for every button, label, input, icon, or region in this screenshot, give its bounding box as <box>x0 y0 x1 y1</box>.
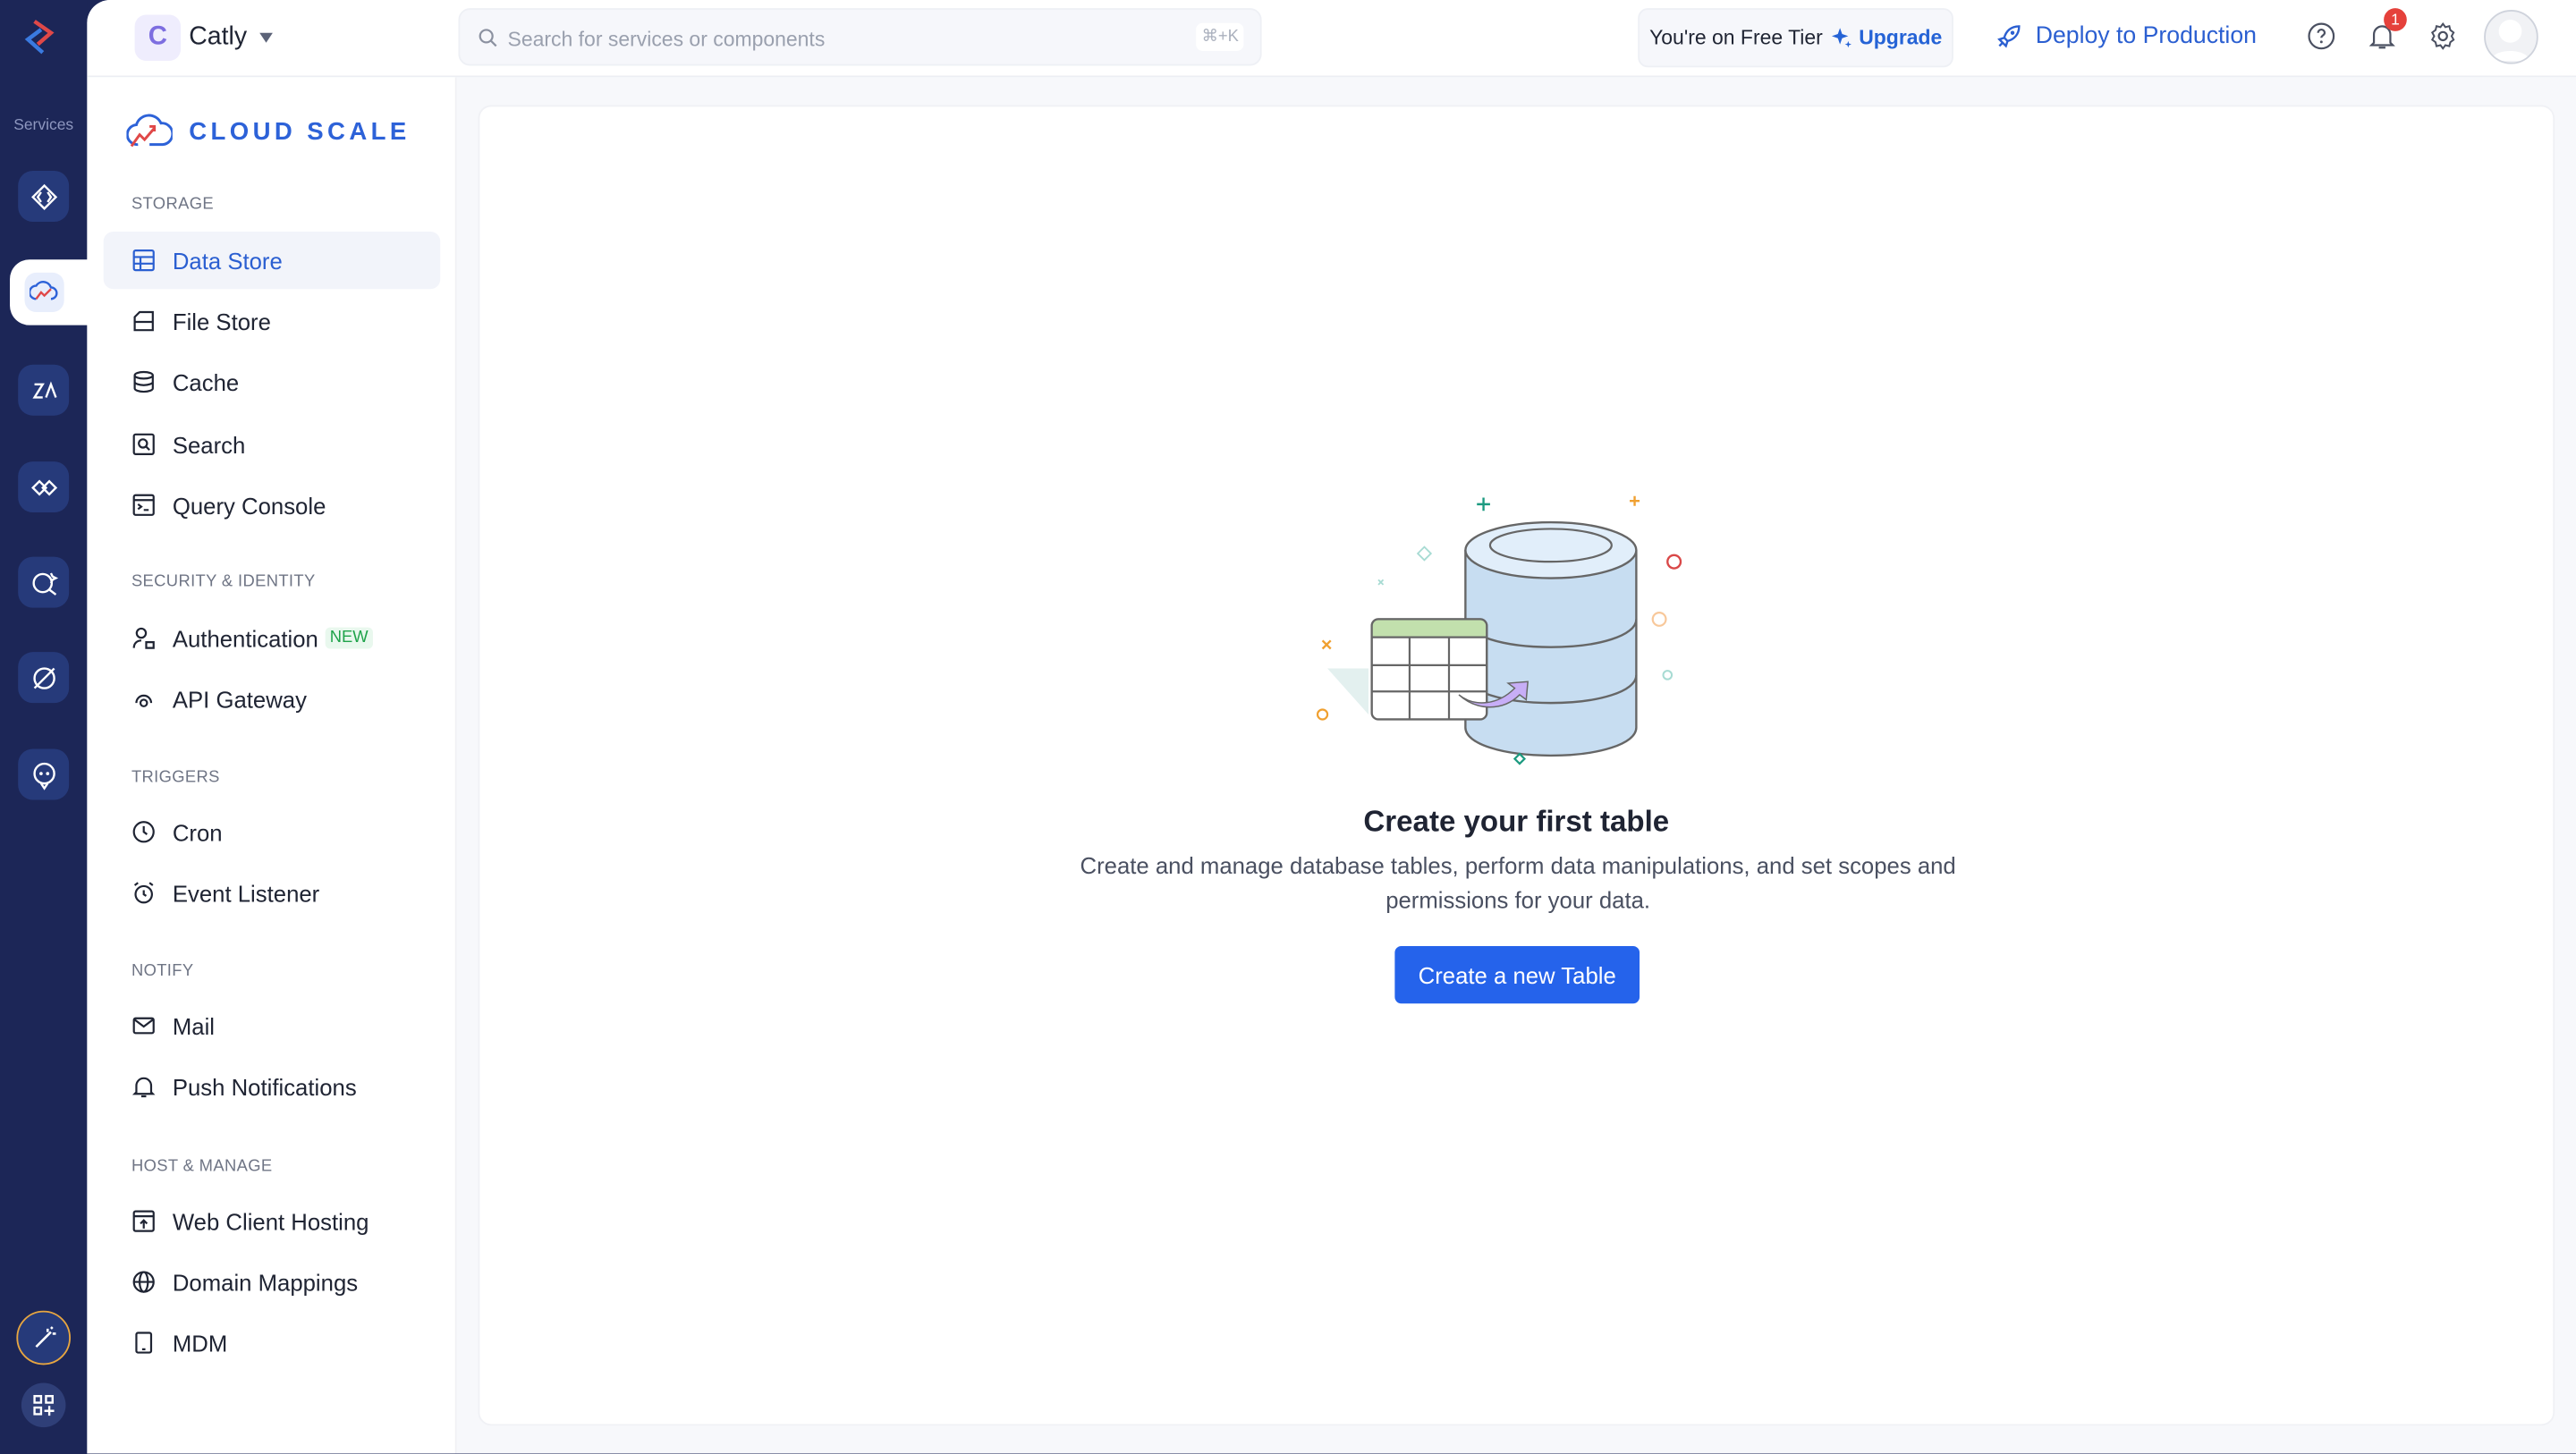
service-sidebar: CLOUD SCALE STORAGE Data Store File Stor… <box>87 77 457 1454</box>
item-label: File Store <box>172 308 271 334</box>
services-label: Services <box>13 116 74 135</box>
sparkle-icon <box>1832 28 1852 48</box>
search-shortcut: ⌘+K <box>1197 22 1244 51</box>
rail-devops-icon[interactable] <box>18 652 70 704</box>
user-avatar[interactable] <box>2484 10 2538 64</box>
file-icon <box>133 310 154 332</box>
deploy-to-production-button[interactable]: Deploy to Production <box>1996 23 2257 49</box>
sidebar-item-event-listener[interactable]: Event Listener <box>104 864 441 921</box>
rail-integrations-icon[interactable] <box>18 461 70 513</box>
item-label: Domain Mappings <box>172 1268 359 1296</box>
database-icon <box>133 370 154 393</box>
item-label: Query Console <box>172 492 326 519</box>
mail-icon <box>132 1017 155 1035</box>
sidebar-item-push-notifications[interactable]: Push Notifications <box>104 1058 441 1115</box>
project-name[interactable]: Catly <box>189 23 247 53</box>
item-label: Data Store <box>172 247 283 274</box>
search-icon <box>479 29 497 47</box>
help-icon[interactable] <box>2307 21 2336 51</box>
user-lock-icon <box>132 627 155 649</box>
clock-icon <box>132 821 155 843</box>
section-storage: STORAGE <box>131 195 215 214</box>
item-label: MDM <box>172 1329 228 1357</box>
project-avatar[interactable]: C <box>134 14 182 61</box>
sidebar-item-file-store[interactable]: File Store <box>104 292 441 350</box>
item-label: Cron <box>172 818 223 845</box>
search-placeholder: Search for services or components <box>507 28 826 51</box>
rail-serverless-icon[interactable] <box>18 171 70 222</box>
apps-grid-icon[interactable] <box>21 1382 66 1428</box>
sidebar-item-mail[interactable]: Mail <box>104 997 441 1054</box>
sidebar-item-authentication[interactable]: Authentication NEW <box>104 609 441 666</box>
table-icon <box>132 249 155 272</box>
tier-text: You're on Free Tier <box>1649 26 1823 50</box>
sidebar-item-search[interactable]: Search <box>104 416 441 473</box>
upgrade-link[interactable]: Upgrade <box>1832 26 1943 50</box>
workspace-panel: C Catly Search for services or component… <box>87 0 2576 1454</box>
main-content: Create your first table Create and manag… <box>456 77 2576 1454</box>
gear-icon[interactable] <box>2428 21 2458 51</box>
cloud-scale-brand: CLOUD SCALE <box>126 110 410 153</box>
bell-icon <box>131 1077 156 1098</box>
sidebar-item-domain-mappings[interactable]: Domain Mappings <box>104 1253 441 1310</box>
section-security-identity: SECURITY & IDENTITY <box>131 573 316 592</box>
console-icon <box>132 494 155 516</box>
alarm-icon <box>133 882 154 904</box>
section-triggers: TRIGGERS <box>131 768 220 787</box>
section-host-manage: HOST & MANAGE <box>131 1157 273 1177</box>
rail-support-icon[interactable] <box>18 748 70 800</box>
rocket-icon <box>1997 25 2021 48</box>
sidebar-item-cron[interactable]: Cron <box>104 803 441 860</box>
service-rail: Services <box>0 0 109 1454</box>
rail-analytics-icon[interactable] <box>18 556 70 608</box>
item-label: Event Listener <box>172 879 320 906</box>
empty-state-description: Create and manage database tables, perfo… <box>1080 852 1956 914</box>
top-header: C Catly Search for services or component… <box>87 0 2576 78</box>
sidebar-item-mdm[interactable]: MDM <box>104 1314 441 1371</box>
item-label: Authentication <box>172 624 318 652</box>
item-label: Mail <box>172 1012 216 1039</box>
sidebar-item-cache[interactable]: Cache <box>104 353 441 410</box>
sidebar-item-query-console[interactable]: Query Console <box>104 477 441 534</box>
section-notify: NOTIFY <box>131 962 194 981</box>
search-input[interactable]: Search for services or components ⌘+K <box>458 8 1262 66</box>
item-label: Push Notifications <box>172 1073 357 1100</box>
gateway-icon <box>135 694 153 707</box>
mobile-icon <box>135 1331 153 1354</box>
globe-icon <box>132 1271 155 1293</box>
search-box-icon <box>132 433 155 455</box>
new-badge: NEW <box>325 627 374 649</box>
item-label: Web Client Hosting <box>172 1207 369 1235</box>
chevron-down-icon[interactable] <box>259 32 273 43</box>
item-label: Search <box>172 431 246 458</box>
cloud-scale-logo-icon <box>126 114 173 148</box>
magic-wand-icon[interactable] <box>16 1310 71 1365</box>
empty-state-card: Create your first table Create and manag… <box>478 105 2555 1426</box>
empty-state-title: Create your first table <box>1363 804 1670 838</box>
upgrade-label: Upgrade <box>1859 26 1943 50</box>
item-label: Cache <box>172 368 240 395</box>
sidebar-item-data-store[interactable]: Data Store <box>103 231 441 290</box>
sidebar-item-api-gateway[interactable]: API Gateway <box>104 670 441 727</box>
app-logo-icon[interactable] <box>21 15 66 68</box>
deploy-label: Deploy to Production <box>2035 22 2257 50</box>
tier-banner: You're on Free Tier Upgrade <box>1638 8 1953 68</box>
rail-ai-icon[interactable] <box>18 364 70 416</box>
notification-count-badge: 1 <box>2384 8 2407 31</box>
database-table-illustration <box>1316 495 1682 765</box>
brand-label: CLOUD SCALE <box>189 117 411 146</box>
create-table-button[interactable]: Create a new Table <box>1394 945 1640 1004</box>
sidebar-item-web-client-hosting[interactable]: Web Client Hosting <box>104 1192 441 1249</box>
item-label: API Gateway <box>172 685 307 713</box>
upload-window-icon <box>132 1210 155 1232</box>
